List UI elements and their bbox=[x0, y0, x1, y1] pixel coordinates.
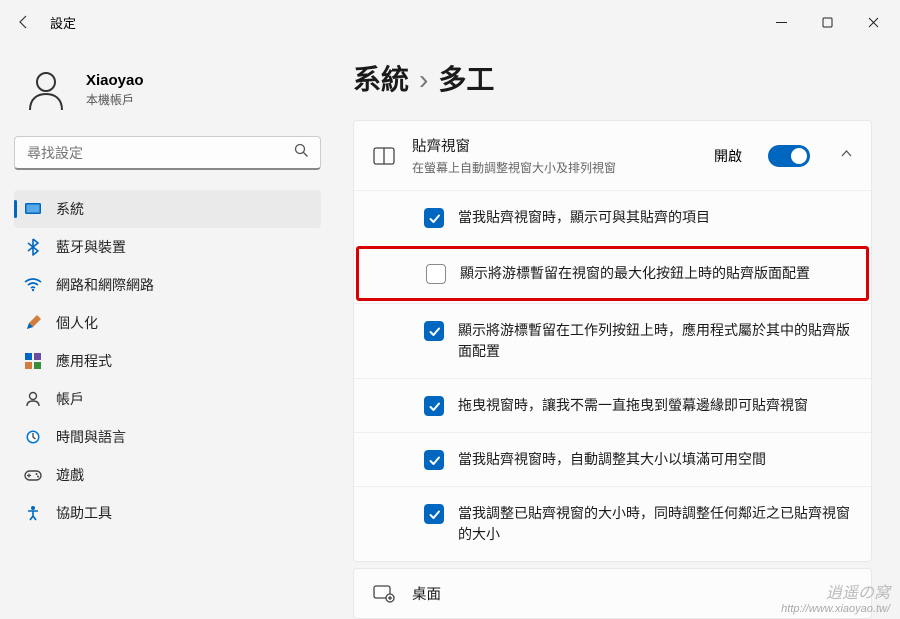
sidebar-item-gaming[interactable]: 遊戲 bbox=[14, 456, 321, 494]
option-text: 拖曳視窗時，讓我不需一直拖曳到螢幕邊緣即可貼齊視窗 bbox=[458, 395, 808, 416]
option-text: 顯示將游標暫留在視窗的最大化按鈕上時的貼齊版面配置 bbox=[460, 263, 810, 284]
sidebar-item-label: 藍牙與裝置 bbox=[56, 237, 126, 257]
sidebar-item-label: 系統 bbox=[56, 199, 84, 219]
snap-option-3[interactable]: 拖曳視窗時，讓我不需一直拖曳到螢幕邊緣即可貼齊視窗 bbox=[354, 378, 871, 432]
snap-option-4[interactable]: 當我貼齊視窗時，自動調整其大小以填滿可用空間 bbox=[354, 432, 871, 486]
system-icon bbox=[24, 200, 42, 218]
snap-option-5[interactable]: 當我調整已貼齊視窗的大小時，同時調整任何鄰近之已貼齊視窗的大小 bbox=[354, 486, 871, 561]
sidebar-item-apps[interactable]: 應用程式 bbox=[14, 342, 321, 380]
snap-toggle[interactable] bbox=[768, 145, 810, 167]
option-text: 顯示將游標暫留在工作列按鈕上時，應用程式屬於其中的貼齊版面配置 bbox=[458, 320, 853, 362]
content: 系統 › 多工 貼齊視窗 在螢幕上自動調整視窗大小及排列視窗 開啟 當我貼齊視窗時，… bbox=[335, 44, 900, 619]
sidebar-item-label: 帳戶 bbox=[56, 389, 84, 409]
snap-windows-card: 貼齊視窗 在螢幕上自動調整視窗大小及排列視窗 開啟 當我貼齊視窗時，顯示可與其貼… bbox=[353, 120, 872, 562]
gaming-icon bbox=[24, 466, 42, 484]
snap-windows-header[interactable]: 貼齊視窗 在螢幕上自動調整視窗大小及排列視窗 開啟 bbox=[354, 121, 871, 190]
sidebar-item-network[interactable]: 網路和網際網路 bbox=[14, 266, 321, 304]
checkbox-checked-icon[interactable] bbox=[424, 321, 444, 341]
profile[interactable]: Xiaoyao 本機帳戶 bbox=[14, 54, 321, 136]
search-wrap bbox=[14, 136, 321, 170]
breadcrumb-separator: › bbox=[419, 64, 428, 95]
time-icon bbox=[24, 428, 42, 446]
checkbox-checked-icon[interactable] bbox=[424, 396, 444, 416]
snap-card-subtitle: 在螢幕上自動調整視窗大小及排列視窗 bbox=[412, 159, 616, 176]
watermark: 逍遥の窝 http://www.xiaoyao.tw/ bbox=[781, 579, 890, 615]
sidebar-item-label: 網路和網際網路 bbox=[56, 275, 154, 295]
network-icon bbox=[24, 276, 42, 294]
breadcrumb-parent[interactable]: 系統 bbox=[353, 64, 409, 95]
profile-name: Xiaoyao bbox=[86, 72, 144, 89]
bluetooth-icon bbox=[24, 238, 42, 256]
sidebar-item-system[interactable]: 系統 bbox=[14, 190, 321, 228]
minimize-button[interactable] bbox=[758, 6, 804, 38]
desktops-icon bbox=[372, 585, 396, 603]
checkbox-checked-icon[interactable] bbox=[424, 208, 444, 228]
snap-option-0[interactable]: 當我貼齊視窗時，顯示可與其貼齊的項目 bbox=[354, 190, 871, 244]
titlebar: 設定 bbox=[0, 0, 900, 44]
breadcrumb: 系統 › 多工 bbox=[353, 58, 872, 98]
apps-icon bbox=[24, 352, 42, 370]
option-text: 當我貼齊視窗時，顯示可與其貼齊的項目 bbox=[458, 207, 710, 228]
avatar bbox=[20, 64, 72, 116]
sidebar-item-label: 個人化 bbox=[56, 313, 98, 333]
nav-list: 系統藍牙與裝置網路和網際網路個人化應用程式帳戶時間與語言遊戲協助工具 bbox=[14, 190, 321, 532]
close-button[interactable] bbox=[850, 6, 896, 38]
checkbox-unchecked-icon[interactable] bbox=[426, 264, 446, 284]
maximize-button[interactable] bbox=[804, 6, 850, 38]
chevron-up-icon bbox=[840, 147, 853, 165]
checkbox-checked-icon[interactable] bbox=[424, 504, 444, 524]
window-controls bbox=[758, 6, 896, 38]
sidebar-item-accounts[interactable]: 帳戶 bbox=[14, 380, 321, 418]
sidebar-item-personalize[interactable]: 個人化 bbox=[14, 304, 321, 342]
desktops-title: 桌面 bbox=[412, 583, 441, 604]
checkbox-checked-icon[interactable] bbox=[424, 450, 444, 470]
profile-account-type: 本機帳戶 bbox=[86, 91, 144, 108]
option-text: 當我調整已貼齊視窗的大小時，同時調整任何鄰近之已貼齊視窗的大小 bbox=[458, 503, 853, 545]
toggle-label: 開啟 bbox=[714, 146, 742, 166]
sidebar: Xiaoyao 本機帳戶 系統藍牙與裝置網路和網際網路個人化應用程式帳戶時間與語… bbox=[0, 44, 335, 619]
sidebar-item-label: 遊戲 bbox=[56, 465, 84, 485]
sidebar-item-accessibility[interactable]: 協助工具 bbox=[14, 494, 321, 532]
search-input[interactable] bbox=[14, 136, 321, 170]
sidebar-item-time[interactable]: 時間與語言 bbox=[14, 418, 321, 456]
sidebar-item-bluetooth[interactable]: 藍牙與裝置 bbox=[14, 228, 321, 266]
personalize-icon bbox=[24, 314, 42, 332]
back-button[interactable] bbox=[4, 2, 44, 42]
sidebar-item-label: 時間與語言 bbox=[56, 427, 126, 447]
option-text: 當我貼齊視窗時，自動調整其大小以填滿可用空間 bbox=[458, 449, 766, 470]
breadcrumb-current: 多工 bbox=[438, 64, 494, 95]
snap-option-1[interactable]: 顯示將游標暫留在視窗的最大化按鈕上時的貼齊版面配置 bbox=[356, 246, 869, 301]
snap-card-title: 貼齊視窗 bbox=[412, 135, 616, 156]
app-title: 設定 bbox=[50, 13, 76, 32]
accessibility-icon bbox=[24, 504, 42, 522]
sidebar-item-label: 應用程式 bbox=[56, 351, 112, 371]
snap-option-2[interactable]: 顯示將游標暫留在工作列按鈕上時，應用程式屬於其中的貼齊版面配置 bbox=[354, 303, 871, 378]
snap-layout-icon bbox=[372, 147, 396, 165]
accounts-icon bbox=[24, 390, 42, 408]
sidebar-item-label: 協助工具 bbox=[56, 503, 112, 523]
